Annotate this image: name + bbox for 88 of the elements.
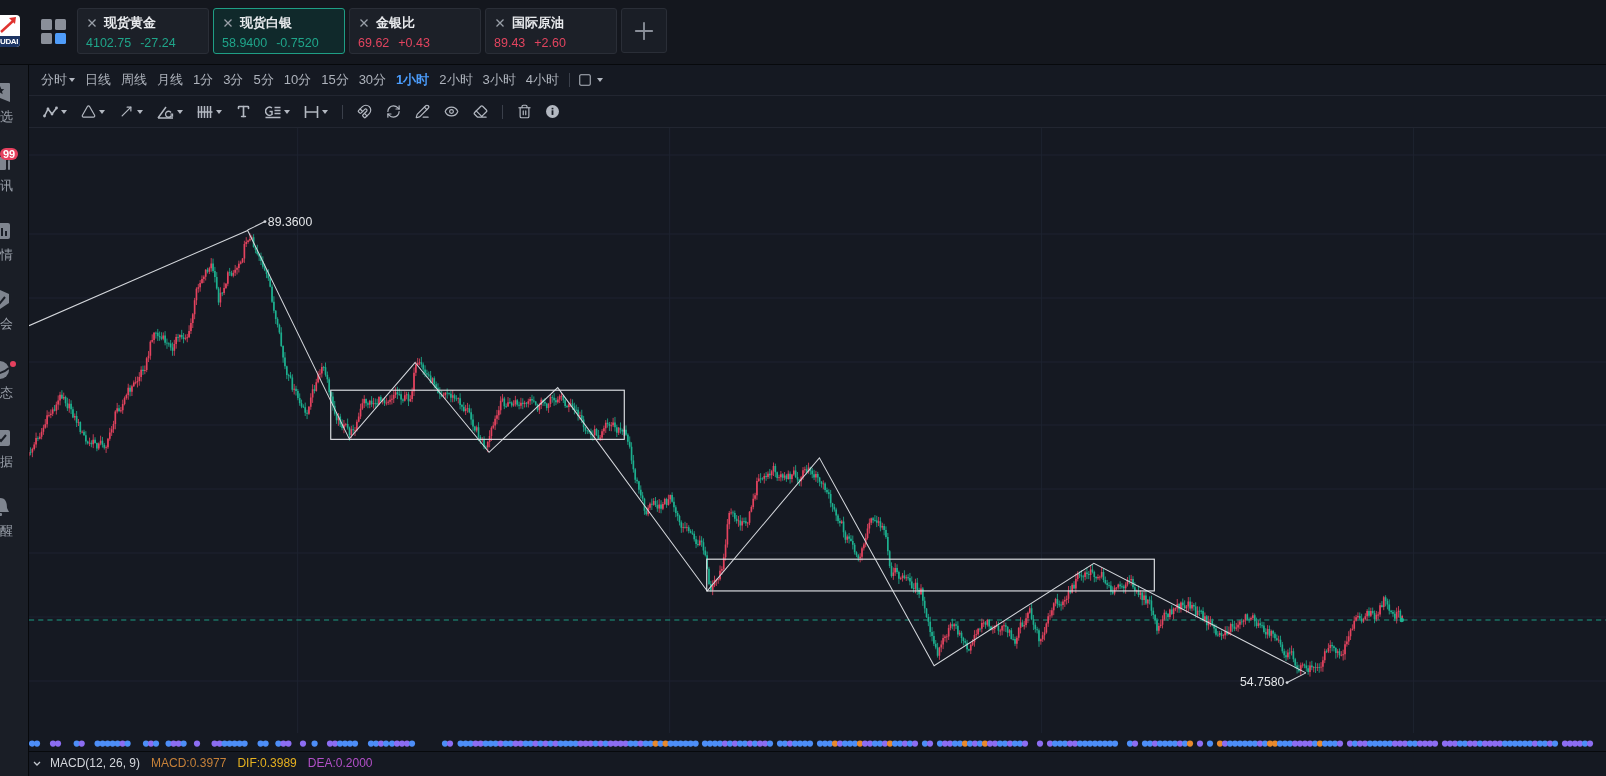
caret-icon [284,109,290,114]
timeframe-tab[interactable]: 3小时 [482,72,516,88]
indicator-value: DEA:0.2000 [307,756,373,770]
sidebar-item[interactable]: 态 [0,359,28,400]
close-icon[interactable] [360,18,368,27]
caret-icon [597,78,604,82]
leader-line [1285,672,1307,685]
indicator-value: MACD:0.3977 [151,756,227,770]
instrument-tab[interactable]: 国际原油 89.43 +2.60 [485,8,617,54]
price-change: +0.43 [398,35,430,51]
instrument-name: 现货黄金 [104,14,156,31]
bars-tool-button[interactable] [197,104,222,119]
indicator-value: DIF:0.3989 [237,756,297,770]
caret-icon [99,109,105,114]
caret-icon [137,109,143,114]
timeframe-tab[interactable]: 1小时 [396,72,430,88]
timeframe-tab[interactable]: 1分 [193,72,214,88]
instrument-price: 89.43 [494,35,526,51]
info-icon[interactable] [546,105,559,118]
caret-icon [69,78,75,82]
price-change: -0.7520 [276,35,319,51]
chevron-down-icon[interactable] [33,760,41,766]
sidebar-item[interactable]: 醒 [0,497,28,538]
instrument-price: 4102.75 [86,35,132,51]
instrument-price: 58.9400 [222,35,268,51]
close-icon[interactable] [496,18,504,27]
notification-badge: 99 [0,148,19,160]
indicator-name: MACD(12, 26, 9) [50,756,141,770]
timeframe-tab[interactable]: 10分 [283,72,312,88]
arrow-tool-button[interactable] [119,104,143,119]
letter-g-lines-icon [265,104,281,119]
current-price-marker [1399,617,1404,623]
price-change: -27.24 [140,35,176,51]
caret-icon [177,109,183,114]
timeframe-tab[interactable]: 4小时 [525,72,560,88]
instrument-tab[interactable]: 现货白银 58.9400 -0.7520 [213,8,345,54]
timeframe-tab[interactable]: 15分 [321,72,349,88]
trash-icon[interactable] [517,104,532,119]
triangle-icon [81,104,96,119]
instrument-name: 现货白银 [240,14,292,31]
close-icon[interactable] [224,18,232,27]
instrument-tab[interactable]: 现货黄金 4102.75 -27.24 [77,8,209,54]
angle-tool-button[interactable] [157,104,183,119]
chart-type-button[interactable] [578,73,604,87]
square-icon [578,73,593,87]
refresh-icon[interactable] [386,104,401,119]
sidebar-item[interactable]: 情 [0,221,28,262]
timeframe-tab[interactable]: 月线 [157,72,183,88]
layout-grid-icon[interactable] [41,19,66,44]
timeframe-tab[interactable]: 周线 [121,72,147,88]
close-icon[interactable] [88,18,96,27]
timeframe-tab[interactable]: 30分 [358,72,387,88]
text-icon[interactable] [236,104,251,119]
letter-g-tool-button[interactable] [265,104,290,119]
sidebar-item[interactable]: 会 [0,290,28,331]
price-change: +2.60 [534,35,566,51]
add-tab-button[interactable] [621,8,667,53]
sidebar-item[interactable]: 据 [0,428,28,469]
pencil-icon[interactable] [415,104,430,119]
polyline-icon [43,105,58,118]
vertical-bars-icon [197,104,213,119]
sidebar-item[interactable]: 选 [0,83,28,124]
instrument-name: 国际原油 [512,14,564,31]
caret-icon [216,109,222,114]
logo-text: UDAI [0,36,20,47]
leader-line [247,220,267,231]
eye-icon[interactable] [444,104,459,119]
magnet-icon[interactable] [357,104,372,119]
polyline-tool-button[interactable] [43,105,67,118]
timeframe-tab[interactable]: 日线 [85,72,111,88]
price-label: 89.3600 [267,214,313,229]
price-label: 54.7580 [1240,675,1285,690]
timeframe-tab[interactable]: 5分 [253,72,274,88]
bracket-line-icon [304,104,319,119]
instrument-name: 金银比 [376,14,415,31]
timeframe-tab[interactable]: 分时 [41,72,75,88]
timeframe-tab[interactable]: 3分 [223,72,244,88]
instrument-tab[interactable]: 金银比 69.62 +0.43 [349,8,481,54]
caret-icon [322,109,328,114]
timeframe-tab[interactable]: 2小时 [439,72,473,88]
bell-icon [0,497,12,517]
caret-icon [61,109,67,114]
bracket-tool-button[interactable] [304,104,328,119]
eraser-icon[interactable] [473,104,488,119]
instrument-price: 69.62 [358,35,390,51]
arrow-icon [119,104,134,119]
angle-icon [157,104,174,119]
triangle-tool-button[interactable] [81,104,105,119]
